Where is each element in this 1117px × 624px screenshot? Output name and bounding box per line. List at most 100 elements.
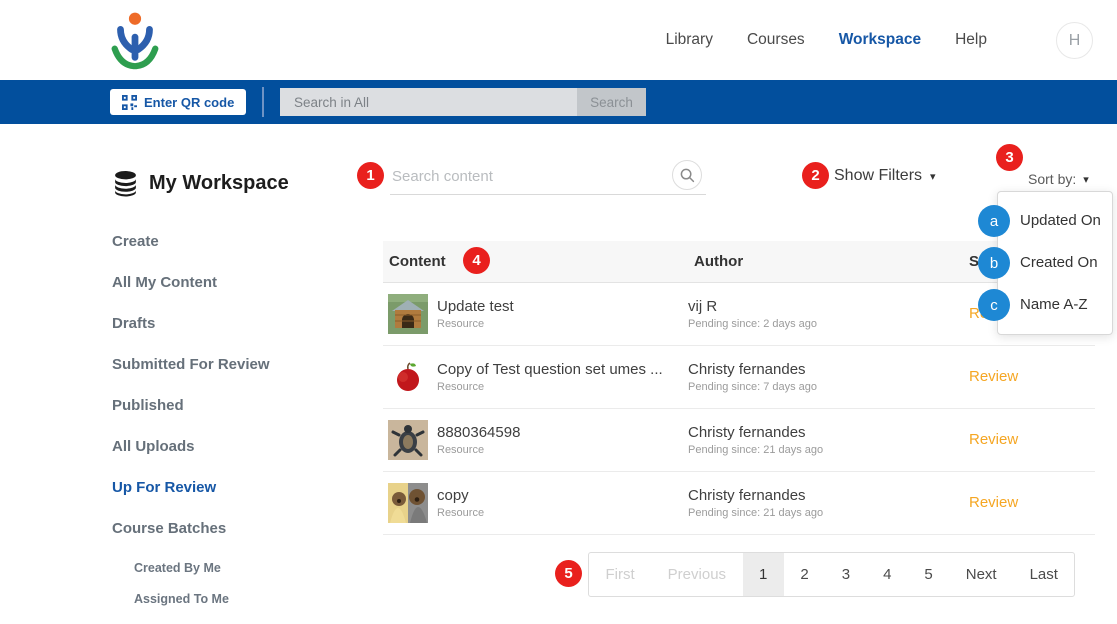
sort-option-updated-on[interactable]: Updated On [998, 200, 1112, 242]
content-type: Resource [437, 381, 663, 393]
page: Library Courses Workspace Help H Enter Q… [0, 0, 1117, 624]
caret-down-icon: ▾ [1083, 173, 1089, 186]
content-type: Resource [437, 318, 514, 330]
pagination: First Previous 1 2 3 4 5 Next Last [588, 552, 1075, 597]
author-name: vij R [688, 298, 963, 315]
global-search-button[interactable]: Search [577, 88, 646, 116]
sidebar-item-submitted-for-review[interactable]: Submitted For Review [112, 356, 352, 373]
nav-library[interactable]: Library [666, 31, 713, 49]
pending-since: Pending since: 21 days ago [688, 507, 963, 519]
sidebar-item-all-uploads[interactable]: All Uploads [112, 438, 352, 455]
content-title[interactable]: copy [437, 487, 484, 504]
annotation-badge-5: 5 [555, 560, 582, 587]
content-cell: Update test Resource [383, 294, 688, 334]
enter-qr-code-label: Enter QR code [144, 95, 234, 110]
nav-courses[interactable]: Courses [747, 31, 805, 49]
author-name: Christy fernandes [688, 487, 963, 504]
annotation-badge-3: 3 [996, 144, 1023, 171]
pagination-previous[interactable]: Previous [651, 553, 742, 596]
content-search [390, 158, 706, 195]
annotation-badge-1: 1 [357, 162, 384, 189]
nav-help[interactable]: Help [955, 31, 987, 49]
sidebar-header: My Workspace [112, 170, 352, 197]
author-name: Christy fernandes [688, 361, 963, 378]
sidebar-item-course-batches[interactable]: Course Batches [112, 520, 352, 537]
avatar[interactable]: H [1056, 22, 1093, 59]
review-link[interactable]: Review [963, 494, 1018, 511]
caret-down-icon: ▾ [930, 170, 936, 183]
table-row[interactable]: Copy of Test question set umes ... Resou… [383, 346, 1095, 409]
pagination-page-3[interactable]: 3 [825, 553, 866, 596]
sort-option-name-az[interactable]: Name A-Z [998, 284, 1112, 326]
sort-dropdown-menu: Updated On Created On Name A-Z [997, 191, 1113, 335]
sidebar-item-drafts[interactable]: Drafts [112, 315, 352, 332]
database-icon [112, 170, 139, 197]
content-search-input[interactable] [392, 162, 652, 190]
pagination-last[interactable]: Last [1013, 553, 1074, 596]
sidebar-item-published[interactable]: Published [112, 397, 352, 414]
thumb-doghouse-image [388, 294, 428, 334]
sidebar-subitem-assigned-to-me[interactable]: Assigned To Me [134, 592, 352, 606]
pagination-page-4[interactable]: 4 [867, 553, 908, 596]
author-cell: Christy fernandes Pending since: 21 days… [688, 424, 963, 456]
sidebar-subitem-created-by-me[interactable]: Created By Me [134, 561, 352, 575]
author-cell: Christy fernandes Pending since: 21 days… [688, 487, 963, 519]
enter-qr-code-button[interactable]: Enter QR code [110, 89, 246, 115]
sidebar: My Workspace Create All My Content Draft… [112, 170, 352, 623]
status-cell: Review [963, 494, 1095, 512]
thumb-puppies-image [388, 483, 428, 523]
title-block: Update test Resource [437, 298, 514, 330]
content-type: Resource [437, 444, 520, 456]
pagination-page-5[interactable]: 5 [908, 553, 949, 596]
pagination-next[interactable]: Next [949, 553, 1013, 596]
content-title[interactable]: Update test [437, 298, 514, 315]
column-header-content: Content [383, 253, 688, 270]
annotation-badge-c: c [978, 289, 1010, 321]
title-block: copy Resource [437, 487, 484, 519]
sidebar-item-all-my-content[interactable]: All My Content [112, 274, 352, 291]
author-cell: vij R Pending since: 2 days ago [688, 298, 963, 330]
content-table: Content Author Status Update test Resour… [383, 241, 1095, 535]
pagination-page-2[interactable]: 2 [784, 553, 825, 596]
author-name: Christy fernandes [688, 424, 963, 441]
title-block: Copy of Test question set umes ... Resou… [437, 361, 663, 393]
thumb-turtle-image [388, 420, 428, 460]
content-title[interactable]: 8880364598 [437, 424, 520, 441]
content-search-button[interactable] [672, 160, 702, 190]
annotation-badge-b: b [978, 247, 1010, 279]
top-header: Library Courses Workspace Help H [0, 0, 1117, 80]
sort-by-toggle[interactable]: Sort by: ▾ [1028, 171, 1089, 187]
pagination-first[interactable]: First [589, 553, 651, 596]
global-search-input[interactable] [280, 88, 577, 116]
top-nav: Library Courses Workspace Help [666, 0, 987, 80]
table-row[interactable]: 8880364598 Resource Christy fernandes Pe… [383, 409, 1095, 472]
status-cell: Review [963, 368, 1095, 386]
show-filters-label: Show Filters [834, 167, 922, 185]
author-cell: Christy fernandes Pending since: 7 days … [688, 361, 963, 393]
table-row[interactable]: copy Resource Christy fernandes Pending … [383, 472, 1095, 535]
pagination-page-1[interactable]: 1 [743, 553, 784, 596]
sidebar-item-create[interactable]: Create [112, 233, 352, 250]
sort-option-created-on[interactable]: Created On [998, 242, 1112, 284]
qr-code-icon [122, 95, 137, 110]
content-cell: copy Resource [383, 483, 688, 523]
sidebar-title: My Workspace [149, 172, 289, 195]
review-link[interactable]: Review [963, 431, 1018, 448]
content-type: Resource [437, 507, 484, 519]
status-cell: Review [963, 431, 1095, 449]
divider [262, 87, 264, 117]
content-cell: 8880364598 Resource [383, 420, 688, 460]
sort-by-label: Sort by: [1028, 171, 1076, 187]
annotation-badge-a: a [978, 205, 1010, 237]
title-block: 8880364598 Resource [437, 424, 520, 456]
sidebar-item-up-for-review[interactable]: Up For Review [112, 479, 352, 496]
review-link[interactable]: Review [963, 368, 1018, 385]
show-filters-toggle[interactable]: Show Filters ▾ [834, 167, 936, 185]
content-title[interactable]: Copy of Test question set umes ... [437, 361, 663, 378]
pending-since: Pending since: 7 days ago [688, 381, 963, 393]
pending-since: Pending since: 21 days ago [688, 444, 963, 456]
search-icon [680, 168, 695, 183]
nav-workspace[interactable]: Workspace [839, 31, 921, 49]
pending-since: Pending since: 2 days ago [688, 318, 963, 330]
avatar-initial: H [1069, 32, 1081, 50]
